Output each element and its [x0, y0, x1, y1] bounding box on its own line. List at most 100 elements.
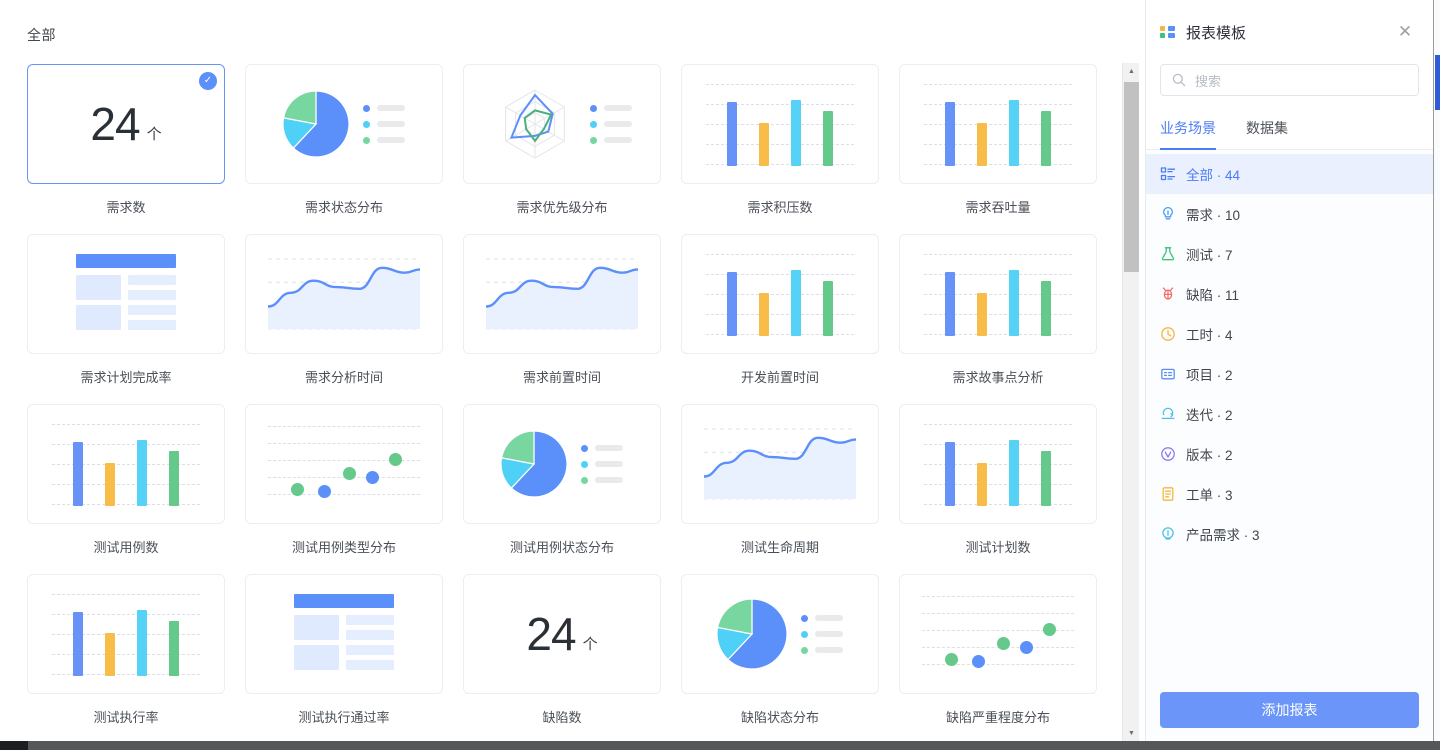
legend-color-dot: [581, 476, 588, 484]
area-chart-thumbnail: [702, 421, 858, 507]
category-item-clock[interactable]: 工时 · 4: [1146, 314, 1433, 354]
report-template-panel: 报表模板 ✕ 搜索 业务场景 数据集 全部 · 44 需求 · 10 测试 · 7 缺陷…: [1145, 0, 1433, 742]
legend-item: [581, 476, 623, 484]
legend-color-dot: [590, 104, 597, 112]
category-label: 项目 · 2: [1186, 368, 1233, 383]
legend-label-placeholder: [595, 477, 623, 483]
template-card[interactable]: [681, 574, 879, 694]
legend-item: [363, 136, 405, 144]
legend-color-dot: [581, 444, 588, 452]
tab-dataset[interactable]: 数据集: [1246, 110, 1288, 149]
category-label: 缺陷 · 11: [1186, 288, 1240, 303]
bar: [727, 102, 737, 166]
template-card[interactable]: [681, 234, 879, 354]
area-fill: [268, 267, 420, 329]
tab-business-scenario[interactable]: 业务场景: [1160, 110, 1216, 150]
template-card[interactable]: [245, 64, 443, 184]
metric-unit: 个: [582, 636, 598, 653]
table-cell: [346, 659, 394, 670]
add-report-button[interactable]: 添加报表: [1160, 692, 1419, 728]
category-item-bulb[interactable]: 需求 · 10: [1146, 194, 1433, 234]
legend-color-dot: [363, 136, 370, 144]
template-card-label: 测试执行通过率: [298, 710, 390, 725]
scrollbar-thumb[interactable]: [1124, 82, 1139, 272]
template-card[interactable]: [463, 234, 661, 354]
template-card[interactable]: 24 个 ✓: [27, 64, 225, 184]
legend-color-dot: [363, 120, 370, 128]
horizontal-scrollbar[interactable]: [0, 741, 1440, 750]
template-card-label: 缺陷数: [542, 710, 582, 725]
template-card-label: 需求计划完成率: [80, 370, 172, 385]
template-card[interactable]: [681, 404, 879, 524]
bar-chart-thumbnail: [924, 252, 1072, 336]
metric-thumbnail: 24 个: [90, 101, 161, 147]
search-input[interactable]: 搜索: [1195, 71, 1221, 90]
category-item-bug[interactable]: 缺陷 · 11: [1146, 274, 1433, 314]
template-card[interactable]: [899, 574, 1097, 694]
version-icon: [1161, 447, 1175, 461]
scroll-down-arrow-icon[interactable]: ▼: [1123, 725, 1140, 742]
category-list: 全部 · 44 需求 · 10 测试 · 7 缺陷 · 11 工时 · 4 项目 · 2 迭…: [1146, 150, 1433, 678]
gallery-scrollbar[interactable]: ▲ ▼: [1122, 63, 1139, 742]
category-item-flask[interactable]: 测试 · 7: [1146, 234, 1433, 274]
panel-footer: 添加报表: [1146, 678, 1433, 742]
pie-svg: [717, 599, 787, 669]
template-card[interactable]: [899, 64, 1097, 184]
bulb-icon: [1163, 206, 1173, 220]
template-card[interactable]: [463, 64, 661, 184]
template-card[interactable]: [899, 404, 1097, 524]
category-item-version[interactable]: 版本 · 2: [1146, 434, 1433, 474]
window-scrollbar[interactable]: [1433, 0, 1440, 742]
flask-icon: [1161, 247, 1175, 261]
template-card[interactable]: [245, 404, 443, 524]
pie-chart-thumbnail: [283, 91, 405, 157]
category-label: 全部 · 44: [1186, 168, 1241, 183]
template-card-cell: 缺陷严重程度分布: [899, 574, 1097, 742]
template-card[interactable]: [27, 234, 225, 354]
bar: [1041, 281, 1051, 336]
bar: [823, 281, 833, 336]
area-fill: [486, 267, 638, 329]
template-card-label: 需求积压数: [747, 200, 813, 215]
search-box[interactable]: 搜索: [1160, 64, 1419, 96]
legend-color-dot: [801, 630, 808, 638]
window-scrollbar-thumb[interactable]: [1435, 55, 1440, 110]
category-label: 测试 · 7: [1186, 248, 1233, 263]
metric-value: 24: [526, 608, 576, 660]
scatter-point: [1042, 623, 1056, 637]
bar: [791, 100, 801, 166]
scatter-point: [1019, 641, 1033, 655]
category-item-list[interactable]: 全部 · 44: [1146, 154, 1433, 194]
category-label: 产品需求 · 3: [1186, 528, 1260, 543]
template-card-cell: 需求前置时间: [463, 234, 661, 404]
bar: [759, 293, 769, 336]
template-card-label: 开发前置时间: [740, 370, 819, 385]
bar-chart-thumbnail: [52, 592, 200, 676]
category-item-product[interactable]: 产品需求 · 3: [1146, 514, 1433, 554]
category-item-ticket[interactable]: 工单 · 3: [1146, 474, 1433, 514]
category-item-folder[interactable]: 项目 · 2: [1146, 354, 1433, 394]
horizontal-scrollbar-thumb[interactable]: [0, 741, 28, 750]
bar: [945, 272, 955, 336]
template-card[interactable]: [463, 404, 661, 524]
bar: [105, 633, 115, 676]
template-card[interactable]: [27, 404, 225, 524]
category-label: 需求 · 10: [1186, 208, 1241, 223]
template-card-cell: 24 个 ✓ 需求数: [27, 64, 225, 234]
template-card[interactable]: [681, 64, 879, 184]
template-card[interactable]: [27, 574, 225, 694]
template-card[interactable]: 24 个: [463, 574, 661, 694]
bar: [73, 442, 83, 506]
close-icon[interactable]: ✕: [1395, 22, 1415, 42]
bar-chart-thumbnail: [924, 422, 1072, 506]
bar: [73, 612, 83, 676]
legend-label-placeholder: [604, 105, 632, 111]
template-card[interactable]: [899, 234, 1097, 354]
panel-header: 报表模板 ✕: [1146, 0, 1433, 64]
scatter-point: [996, 637, 1010, 650]
table-cell: [128, 304, 176, 315]
template-card[interactable]: [245, 574, 443, 694]
scroll-up-arrow-icon[interactable]: ▲: [1123, 63, 1140, 80]
template-card[interactable]: [245, 234, 443, 354]
category-item-iteration[interactable]: 迭代 · 2: [1146, 394, 1433, 434]
